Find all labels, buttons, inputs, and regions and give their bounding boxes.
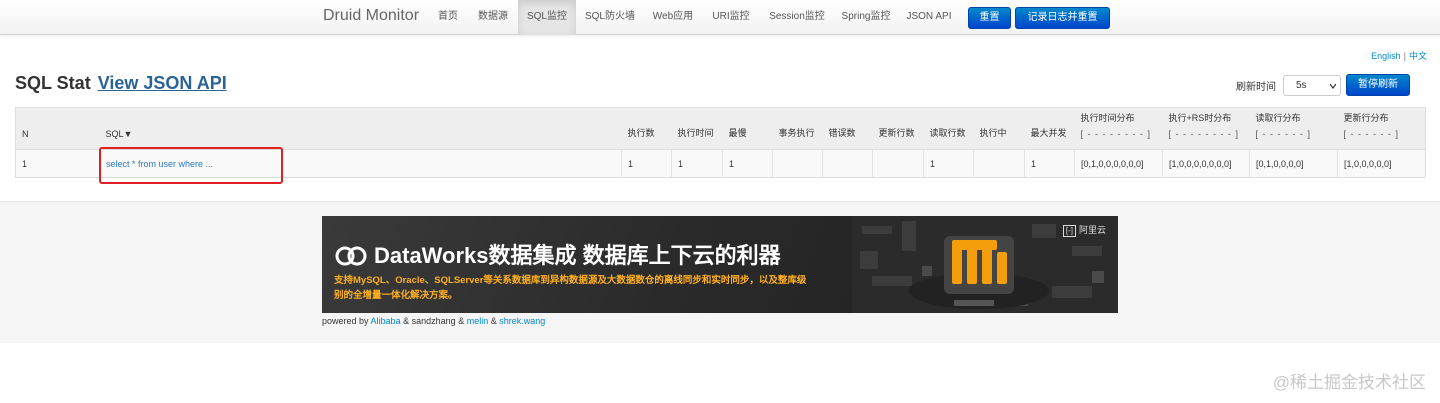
- table-row: 1 select * from user where ... 1 1 1 1 1…: [15, 149, 1426, 178]
- alibaba-link[interactable]: Alibaba: [371, 316, 401, 326]
- col-update-rows-dist[interactable]: 更新行分布[ - - - - - - ]: [1337, 107, 1426, 150]
- page-title: SQL Stat View JSON API: [15, 73, 227, 94]
- col-max-concurrent[interactable]: 最大并发: [1024, 107, 1075, 150]
- col-read-rows-dist[interactable]: 读取行分布[ - - - - - - ]: [1249, 107, 1338, 150]
- cell-exec-time: 1: [671, 149, 723, 178]
- sql-detail-link[interactable]: select * from user where ...: [106, 159, 213, 169]
- brand-title[interactable]: Druid Monitor: [323, 7, 419, 25]
- log-and-reset-button[interactable]: 记录日志并重置: [1015, 7, 1110, 29]
- col-slowest[interactable]: 最慢: [722, 107, 773, 150]
- col-exec-count[interactable]: 执行数: [621, 107, 672, 150]
- cell-exec-time-dist: [0,1,0,0,0,0,0,0]: [1074, 149, 1163, 178]
- nav-session-monitor[interactable]: Session监控: [764, 0, 830, 35]
- refresh-interval-label: 刷新时间: [1236, 82, 1276, 93]
- lang-separator: |: [1403, 51, 1406, 61]
- col-exec-rs-dist[interactable]: 执行+RS时分布[ - - - - - - - - ]: [1162, 107, 1250, 150]
- pause-refresh-button[interactable]: 暂停刷新: [1346, 74, 1410, 96]
- cell-sql: select * from user where ...: [99, 149, 622, 178]
- cell-error-count: [822, 149, 873, 178]
- nav-uri-monitor[interactable]: URI监控: [707, 0, 755, 35]
- dataworks-logo-icon: [335, 246, 367, 266]
- col-update-rows[interactable]: 更新行数: [872, 107, 924, 150]
- reset-button[interactable]: 重置: [968, 7, 1011, 29]
- lang-chinese-link[interactable]: 中文: [1409, 51, 1427, 61]
- chevron-down-icon: [1330, 83, 1336, 89]
- cell-update-rows: [872, 149, 924, 178]
- col-exec-time-dist[interactable]: 执行时间分布[ - - - - - - - - ]: [1074, 107, 1163, 150]
- cell-max-concurrent: 1: [1024, 149, 1075, 178]
- col-txn-exec[interactable]: 事务执行: [772, 107, 823, 150]
- col-read-rows[interactable]: 读取行数: [923, 107, 974, 150]
- lang-english-link[interactable]: English: [1371, 51, 1401, 61]
- cell-read-rows-dist: [0,1,0,0,0,0]: [1249, 149, 1338, 178]
- cell-txn-exec: [772, 149, 823, 178]
- aliyun-logo: [-] 阿里云: [1062, 223, 1106, 237]
- nav-sql-monitor[interactable]: SQL监控: [518, 0, 576, 35]
- col-sql[interactable]: SQL▼: [99, 107, 622, 150]
- nav-json-api[interactable]: JSON API: [903, 0, 955, 35]
- nav-sql-firewall[interactable]: SQL防火墙: [581, 0, 639, 35]
- nav-datasource[interactable]: 数据源: [472, 0, 514, 35]
- powered-by-credits: powered by Alibaba & sandzhang & melin &…: [322, 316, 546, 326]
- cell-update-rows-dist: [1,0,0,0,0,0]: [1337, 149, 1426, 178]
- cell-read-rows: 1: [923, 149, 974, 178]
- table-header-row: N SQL▼ 执行数 执行时间 最慢 事务执行 错误数 更新行数 读取行数 执行…: [15, 107, 1426, 150]
- col-running[interactable]: 执行中: [973, 107, 1025, 150]
- nav-spring-monitor[interactable]: Spring监控: [837, 0, 895, 35]
- view-json-api-link[interactable]: View JSON API: [98, 73, 227, 93]
- cell-exec-count: 1: [621, 149, 672, 178]
- page-title-text: SQL Stat: [15, 73, 91, 93]
- dataworks-ad-banner[interactable]: [-] 阿里云 DataWorks数据集成 数据库上下云的利器 支持MySQL、O…: [322, 216, 1118, 313]
- cell-n: 1: [15, 149, 100, 178]
- cell-exec-rs-dist: [1,0,0,0,0,0,0,0]: [1162, 149, 1250, 178]
- col-exec-time[interactable]: 执行时间: [671, 107, 723, 150]
- cell-running: [973, 149, 1025, 178]
- melin-link[interactable]: melin: [467, 316, 489, 326]
- top-navbar: Druid Monitor 首页 数据源 SQL监控 SQL防火墙 Web应用 …: [0, 0, 1440, 35]
- nav-home[interactable]: 首页: [429, 0, 467, 35]
- col-error-count[interactable]: 错误数: [822, 107, 873, 150]
- language-switcher: English | 中文: [1371, 49, 1427, 62]
- banner-description: 支持MySQL、Oracle、SQLServer等关系数据库到异构数据源及大数据…: [334, 275, 807, 301]
- sql-stat-table: N SQL▼ 执行数 执行时间 最慢 事务执行 错误数 更新行数 读取行数 执行…: [15, 107, 1426, 178]
- refresh-interval-value: 5s: [1296, 80, 1307, 91]
- refresh-interval-select[interactable]: 5s: [1283, 75, 1341, 96]
- cell-slowest: 1: [722, 149, 773, 178]
- banner-title: DataWorks数据集成 数据库上下云的利器: [334, 238, 781, 270]
- col-n[interactable]: N: [15, 107, 100, 150]
- juejin-watermark: @稀土掘金技术社区: [1272, 373, 1426, 392]
- nav-web-app[interactable]: Web应用: [647, 0, 699, 35]
- shrek-wang-link[interactable]: shrek.wang: [499, 316, 545, 326]
